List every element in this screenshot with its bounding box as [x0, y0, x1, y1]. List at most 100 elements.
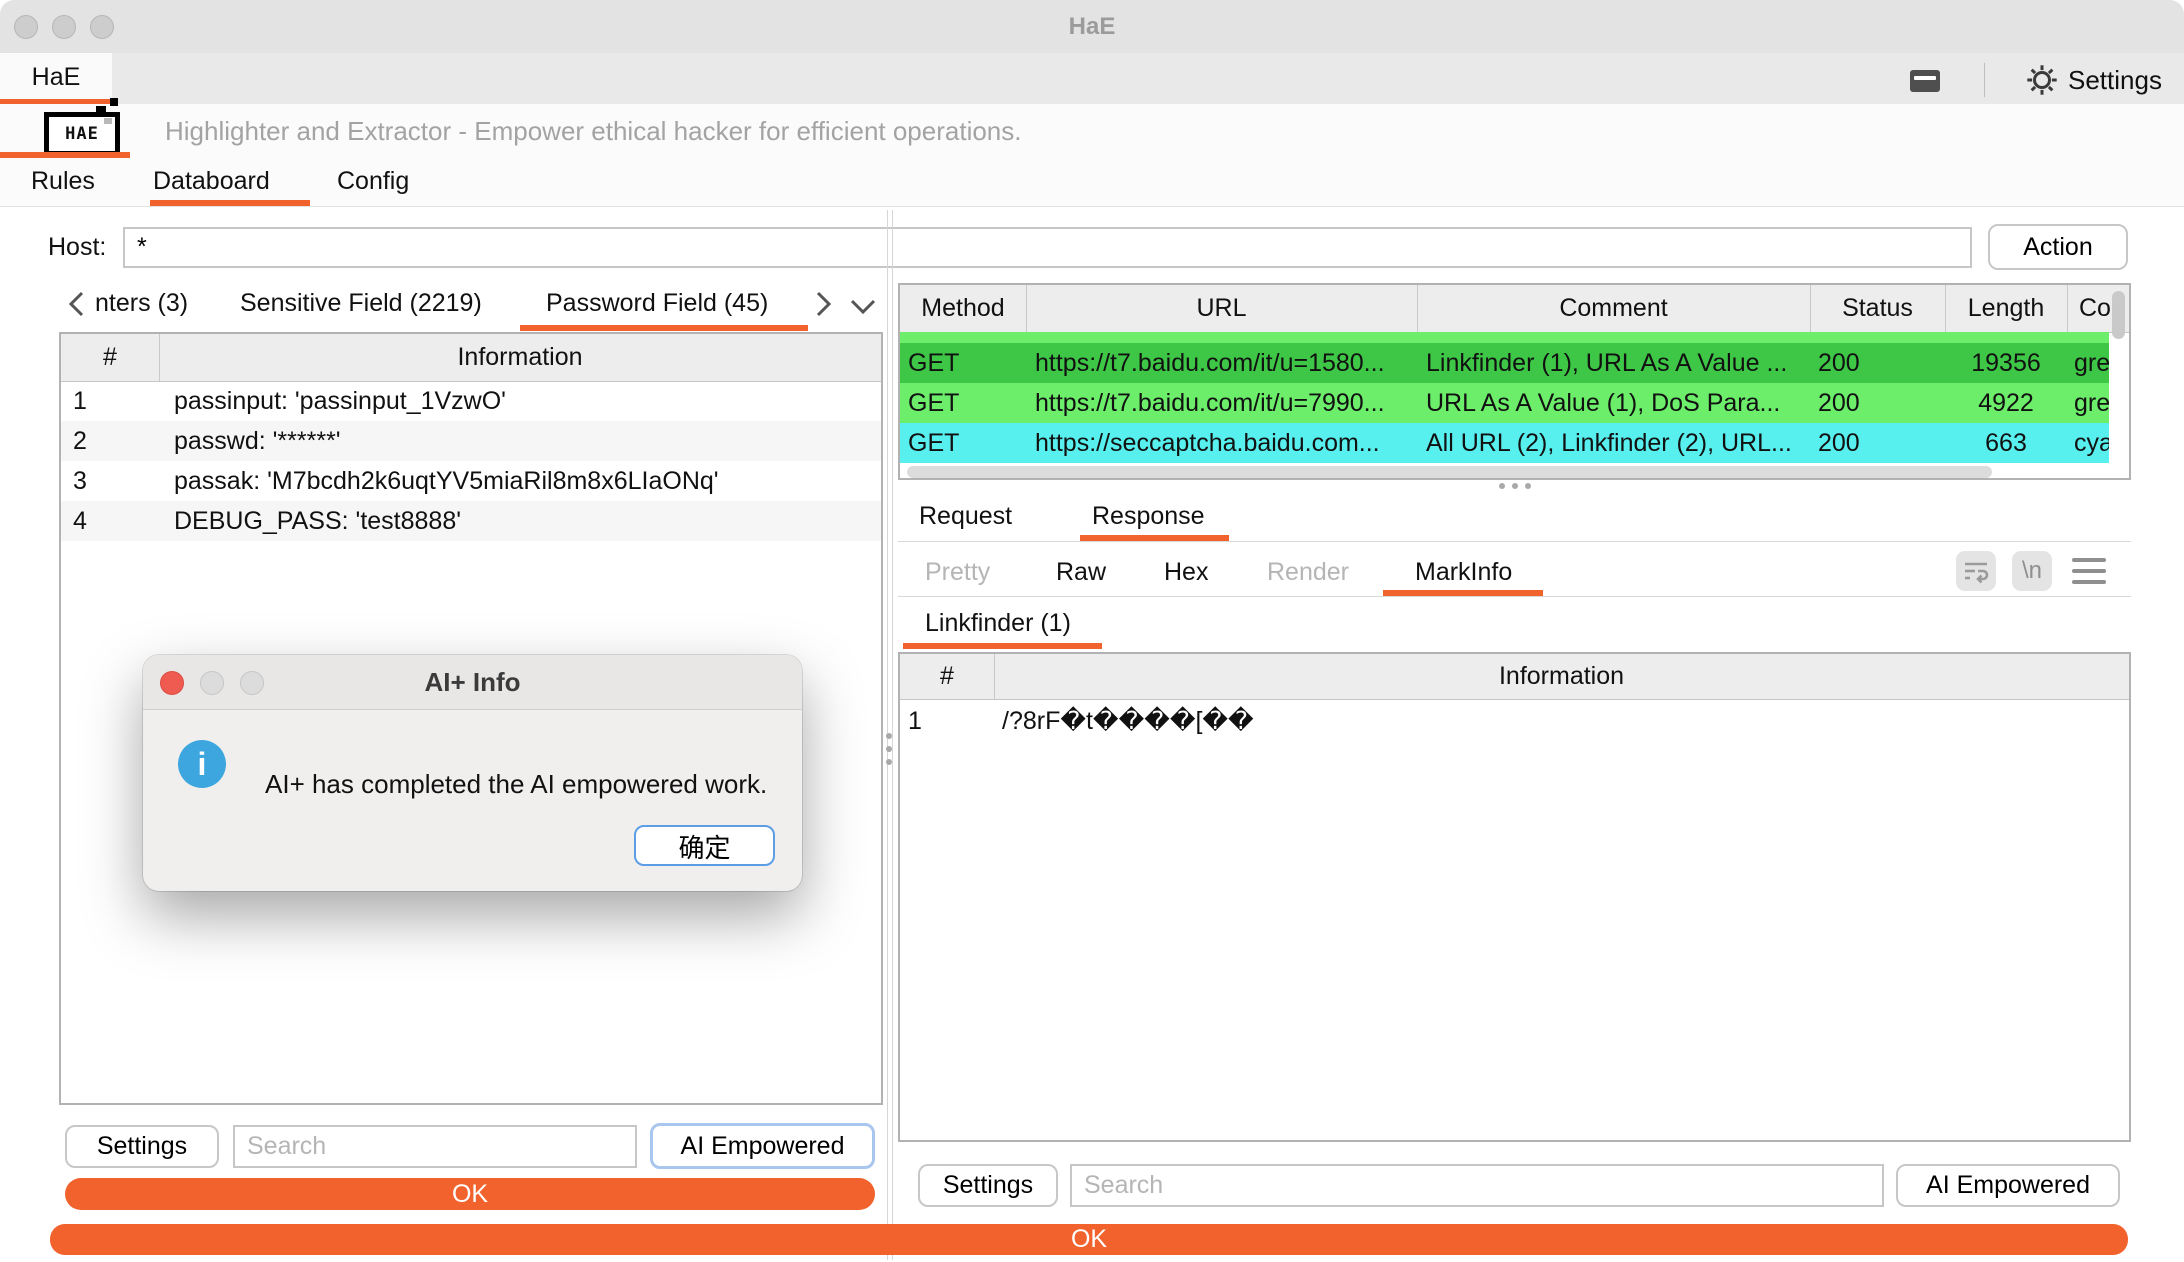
- tab-hae[interactable]: HaE: [0, 53, 112, 102]
- col-header-url[interactable]: URL: [1026, 285, 1417, 332]
- left-search-input[interactable]: [233, 1125, 637, 1168]
- horizontal-scrollbar[interactable]: [907, 466, 1992, 478]
- cell-url: https://t7.baidu.com/it/u=7990...: [1035, 383, 1413, 423]
- cell-color: cyan: [2074, 423, 2109, 463]
- left-tab-parameters[interactable]: nters (3): [95, 282, 188, 324]
- row-info: DEBUG_PASS: 'test8888': [174, 501, 874, 541]
- hae-logo-pixel: [96, 106, 106, 116]
- hae-logo-active-underline: [0, 152, 130, 158]
- col-header-information[interactable]: Information: [994, 654, 2129, 699]
- word-wrap-icon[interactable]: [1956, 551, 1996, 591]
- row-num: 1: [908, 699, 988, 743]
- right-search-input[interactable]: [1070, 1164, 1884, 1207]
- request-row[interactable]: GET https://t7.baidu.com/it/u=1580... Li…: [900, 343, 2109, 383]
- table-row[interactable]: 3 passak: 'M7bcdh2k6uqtYV5miaRil8m8x6LIa…: [61, 461, 881, 501]
- col-header-information[interactable]: Information: [159, 334, 881, 381]
- table-header-row: # Information: [61, 334, 881, 382]
- tab-databoard-active-underline: [150, 200, 310, 206]
- cell-length: 663: [1945, 423, 2067, 463]
- cell-comment: URL As A Value (1), DoS Para...: [1426, 383, 1808, 423]
- col-header-num[interactable]: #: [61, 334, 159, 381]
- tab-databoard[interactable]: Databoard: [153, 159, 270, 204]
- dialog-title: AI+ Info: [143, 655, 802, 709]
- main-nav-row: [0, 159, 2184, 207]
- cell-status: 200: [1818, 423, 1938, 463]
- tab-linkfinder[interactable]: Linkfinder (1): [925, 602, 1071, 644]
- right-settings-button[interactable]: Settings: [918, 1164, 1058, 1207]
- row-info: passak: 'M7bcdh2k6uqtYV5miaRil8m8x6LIaON…: [174, 461, 874, 501]
- splitter-grip-icon[interactable]: [886, 759, 892, 765]
- tab-request[interactable]: Request: [919, 495, 1012, 537]
- dialog-confirm-button[interactable]: 确定: [634, 825, 775, 866]
- cell-color: green: [2074, 383, 2109, 423]
- row-num: 4: [73, 501, 153, 541]
- hae-logo-pixel: [110, 98, 118, 106]
- tab-hex[interactable]: Hex: [1164, 551, 1208, 593]
- action-button[interactable]: Action: [1988, 224, 2128, 270]
- column-divider: [2067, 285, 2068, 332]
- newline-icon[interactable]: \n: [2012, 551, 2052, 591]
- dock-window-icon[interactable]: [1910, 70, 1940, 92]
- cell-url: https://seccaptcha.baidu.com...: [1035, 423, 1413, 463]
- table-row[interactable]: 1 passinput: 'passinput_1VzwO': [61, 381, 881, 421]
- tab-list-chevron-down-icon[interactable]: [848, 295, 878, 324]
- col-header-length[interactable]: Length: [1945, 285, 2067, 332]
- left-tab-sensitive-field[interactable]: Sensitive Field (2219): [240, 282, 482, 324]
- panel-splitter: [892, 210, 893, 1260]
- row-num: 1: [73, 381, 153, 421]
- tab-linkfinder-active-underline: [903, 643, 1102, 649]
- banner-subtitle: Highlighter and Extractor - Empower ethi…: [165, 104, 1022, 159]
- column-divider: [159, 334, 160, 381]
- left-tab-password-field[interactable]: Password Field (45): [546, 282, 768, 324]
- request-row[interactable]: GET https://t7.baidu.com/it/u=7990... UR…: [900, 383, 2109, 423]
- settings-menu-label[interactable]: Settings: [2068, 60, 2162, 100]
- row-num: 3: [73, 461, 153, 501]
- tab-raw[interactable]: Raw: [1056, 551, 1106, 593]
- splitter-grip-icon[interactable]: [886, 746, 892, 752]
- tab-response[interactable]: Response: [1092, 495, 1205, 537]
- window-title: HaE: [0, 0, 2184, 53]
- cell-length: 19356: [1945, 343, 2067, 383]
- cell-status: 200: [1818, 383, 1938, 423]
- cell-method: GET: [908, 383, 1020, 423]
- tab-rules[interactable]: Rules: [31, 159, 95, 204]
- request-table-header: Method URL Comment Status Length Color: [900, 285, 2129, 333]
- tab-config[interactable]: Config: [337, 159, 409, 204]
- info-icon: i: [178, 740, 226, 788]
- column-divider: [994, 654, 995, 699]
- column-divider: [1945, 285, 1946, 332]
- dialog-message: AI+ has completed the AI empowered work.: [265, 762, 745, 807]
- col-header-status[interactable]: Status: [1810, 285, 1945, 332]
- cell-length: 4922: [1945, 383, 2067, 423]
- extension-tab-bar: [0, 53, 2184, 106]
- splitter-grip-icon[interactable]: [886, 733, 892, 739]
- host-input[interactable]: [123, 227, 1972, 268]
- col-header-method[interactable]: Method: [900, 285, 1026, 332]
- global-ok-status-bar: OK: [50, 1224, 2128, 1255]
- left-ai-empowered-button[interactable]: AI Empowered: [650, 1123, 875, 1169]
- markinfo-row[interactable]: 1 /?8rF�t����[��: [900, 699, 2129, 743]
- vertical-scrollbar[interactable]: [2112, 291, 2125, 339]
- tab-scroll-right-icon[interactable]: [812, 289, 834, 326]
- table-row[interactable]: 4 DEBUG_PASS: 'test8888': [61, 501, 881, 541]
- request-row-partial[interactable]: p ( ) g: [900, 332, 2109, 343]
- gear-icon[interactable]: [2024, 62, 2060, 105]
- request-row[interactable]: GET https://seccaptcha.baidu.com... All …: [900, 423, 2109, 463]
- left-ok-status-bar: OK: [65, 1178, 875, 1210]
- tab-markinfo[interactable]: MarkInfo: [1415, 551, 1512, 593]
- left-settings-button[interactable]: Settings: [65, 1125, 219, 1168]
- cell-color: green: [2074, 343, 2109, 383]
- tab-pretty[interactable]: Pretty: [925, 551, 990, 593]
- hsplitter-grip-icon[interactable]: [1499, 483, 1505, 489]
- hsplitter-grip-icon[interactable]: [1525, 483, 1531, 489]
- column-divider: [1417, 285, 1418, 332]
- tab-scroll-left-icon[interactable]: [66, 289, 88, 326]
- menu-hamburger-icon[interactable]: [2072, 556, 2106, 586]
- col-header-num[interactable]: #: [900, 654, 994, 699]
- right-ai-empowered-button[interactable]: AI Empowered: [1896, 1164, 2120, 1207]
- cell-url: https://t7.baidu.com/it/u=1580...: [1035, 343, 1413, 383]
- tab-render[interactable]: Render: [1267, 551, 1349, 593]
- table-row[interactable]: 2 passwd: '******': [61, 421, 881, 461]
- hsplitter-grip-icon[interactable]: [1512, 483, 1518, 489]
- col-header-comment[interactable]: Comment: [1417, 285, 1810, 332]
